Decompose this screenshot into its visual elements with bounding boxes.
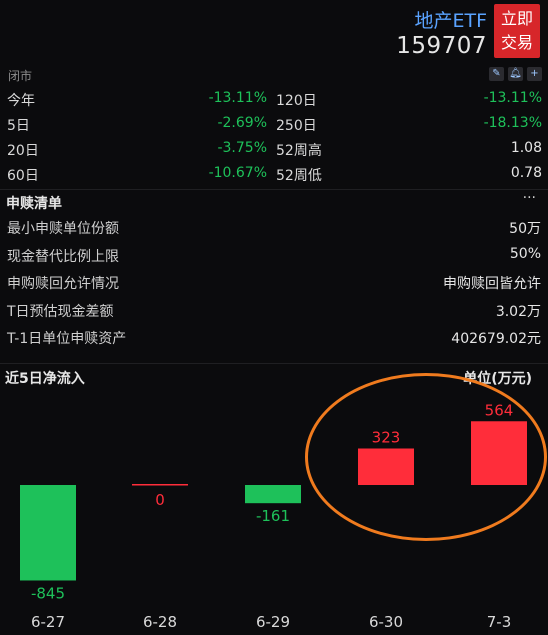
x-tick-label: 6-29 — [256, 613, 290, 631]
bar-6-29 — [245, 485, 301, 504]
performance-row: 5日 -2.69% 250日 -18.13% — [0, 112, 548, 137]
period-label: 52周低 — [276, 168, 322, 184]
more-icon[interactable]: ··· — [523, 190, 536, 206]
value-label-6-28: 0 — [155, 491, 165, 509]
bar-6-28 — [132, 484, 188, 486]
period-label: 120日 — [276, 93, 317, 109]
section-title: 申赎清单 — [6, 196, 62, 212]
performance-row: 今年 -13.11% 120日 -13.11% — [0, 87, 548, 112]
value-label-6-27: -845 — [31, 584, 65, 602]
list-item: 申购赎回允许情况 申购赎回皆允许 — [0, 269, 548, 297]
trade-now-button[interactable]: 立即 交易 — [494, 4, 540, 58]
item-label: T-1日单位申赎资产 — [7, 331, 127, 348]
item-label: T日预估现金差额 — [7, 303, 114, 320]
period-label: 60日 — [7, 168, 39, 184]
x-tick-label: 6-28 — [143, 613, 177, 631]
etf-name: 地产ETF — [414, 10, 487, 32]
list-item: 现金替代比例上限 50% — [0, 242, 548, 270]
highlight-ellipse — [305, 373, 547, 541]
divider — [0, 363, 548, 364]
x-tick-label: 6-30 — [369, 613, 403, 631]
status-row: 闭市 ✎ 🔔︎ + — [0, 64, 548, 86]
week52-low-value: 0.78 — [510, 165, 542, 181]
bell-icon[interactable]: 🔔︎ — [508, 67, 523, 81]
period-label: 今年 — [7, 93, 35, 109]
period-return: -3.75% — [217, 140, 267, 156]
bar-6-27 — [20, 485, 76, 581]
week52-high-value: 1.08 — [510, 140, 542, 156]
x-tick-label: 6-27 — [31, 613, 65, 631]
toolbar: ✎ 🔔︎ + — [489, 67, 542, 81]
period-label: 20日 — [7, 143, 39, 159]
list-item: T-1日单位申赎资产 402679.02元 — [0, 324, 548, 352]
performance-grid: 今年 -13.11% 120日 -13.11% 5日 -2.69% 250日 -… — [0, 87, 548, 187]
subscription-section-header: 申赎清单 ··· — [0, 189, 548, 215]
subscription-list: 最小申赎单位份额 50万 现金替代比例上限 50% 申购赎回允许情况 申购赎回皆… — [0, 214, 548, 352]
period-return: -18.13% — [483, 115, 542, 131]
period-label: 5日 — [7, 118, 30, 134]
list-item: T日预估现金差额 3.02万 — [0, 297, 548, 325]
market-status: 闭市 — [8, 69, 33, 83]
item-label: 申购赎回允许情况 — [7, 276, 119, 293]
header: 地产ETF 159707 立即 交易 — [0, 0, 548, 64]
item-label: 现金替代比例上限 — [7, 248, 119, 265]
item-value: 50% — [509, 245, 541, 262]
edit-icon[interactable]: ✎ — [489, 67, 504, 81]
item-value: 50万 — [509, 221, 541, 237]
period-return: -10.67% — [208, 165, 267, 181]
trade-button-line2: 交易 — [500, 33, 533, 52]
period-return: -2.69% — [217, 115, 267, 131]
item-value: 402679.02元 — [451, 331, 541, 348]
item-value: 3.02万 — [495, 303, 541, 320]
list-item: 最小申赎单位份额 50万 — [0, 214, 548, 242]
etf-code: 159707 — [396, 33, 487, 59]
x-tick-label: 7-3 — [487, 613, 512, 631]
item-label: 最小申赎单位份额 — [7, 221, 119, 237]
period-return: -13.11% — [208, 90, 267, 106]
period-label: 52周高 — [276, 143, 322, 159]
performance-row: 20日 -3.75% 52周高 1.08 — [0, 137, 548, 162]
item-value: 申购赎回皆允许 — [443, 276, 541, 293]
period-return: -13.11% — [483, 90, 542, 106]
add-icon[interactable]: + — [527, 67, 542, 81]
trade-button-line1: 立即 — [500, 9, 533, 28]
value-label-6-29: -161 — [256, 507, 290, 525]
period-label: 250日 — [276, 118, 317, 134]
performance-row: 60日 -10.67% 52周低 0.78 — [0, 162, 548, 187]
